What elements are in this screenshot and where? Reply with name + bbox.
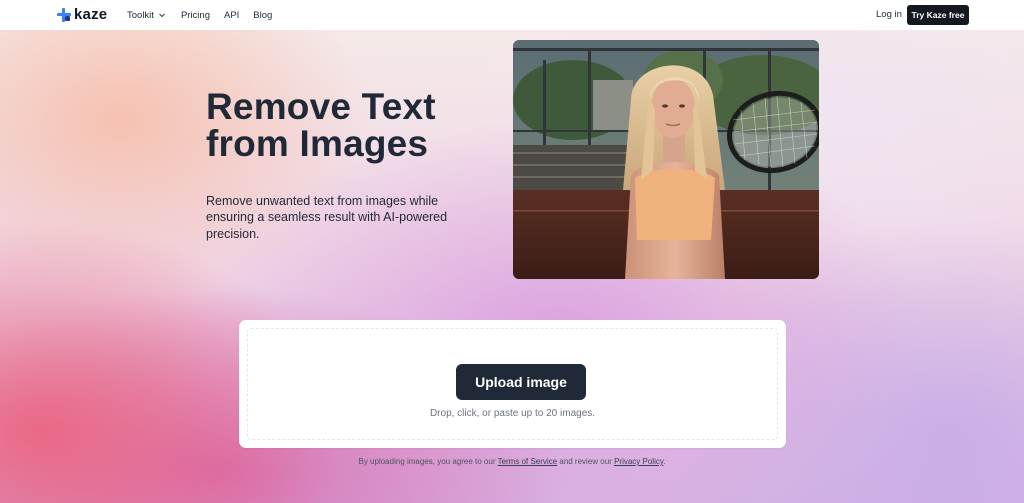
upload-image-button[interactable]: Upload image bbox=[456, 364, 586, 400]
upload-hint: Drop, click, or paste up to 20 images. bbox=[429, 408, 596, 419]
top-navigation: kaze Toolkit Pricing API Blog Log in Try… bbox=[0, 0, 1024, 30]
privacy-policy-link[interactable]: Privacy Policy bbox=[614, 457, 663, 466]
nav-links: Toolkit Pricing API Blog bbox=[127, 0, 272, 30]
nav-toolkit-dropdown[interactable]: Toolkit bbox=[127, 10, 166, 21]
tennis-player-photo bbox=[513, 40, 819, 279]
page-title-line-2: from Images bbox=[206, 123, 429, 164]
kaze-logo[interactable]: kaze bbox=[57, 6, 107, 23]
terms-of-service-link[interactable]: Terms of Service bbox=[498, 457, 558, 466]
nav-blog-link[interactable]: Blog bbox=[253, 10, 272, 21]
kaze-logo-icon bbox=[57, 7, 71, 22]
terms-prefix: By uploading images, you agree to our bbox=[358, 457, 498, 466]
nav-pricing-link[interactable]: Pricing bbox=[181, 10, 210, 21]
logo-text: kaze bbox=[74, 6, 108, 23]
terms-middle: and review our bbox=[557, 457, 615, 466]
hero-description: Remove unwanted text from images while e… bbox=[206, 193, 448, 241]
upload-dropzone[interactable]: Upload image Drop, click, or paste up to… bbox=[239, 320, 786, 448]
terms-notice: By uploading images, you agree to our Te… bbox=[0, 457, 1024, 466]
try-kaze-free-button[interactable]: Try Kaze free bbox=[907, 5, 969, 25]
upload-dropzone-border: Upload image Drop, click, or paste up to… bbox=[247, 328, 778, 440]
page-title-line-1: Remove Text bbox=[206, 86, 436, 127]
login-link[interactable]: Log in bbox=[876, 9, 902, 20]
chevron-down-icon bbox=[159, 13, 165, 18]
page-title: Remove Text from Images bbox=[206, 88, 436, 162]
terms-suffix: . bbox=[663, 457, 666, 466]
nav-api-link[interactable]: API bbox=[224, 10, 239, 21]
nav-toolkit-label: Toolkit bbox=[127, 9, 154, 21]
hero-example-photo bbox=[513, 40, 819, 279]
